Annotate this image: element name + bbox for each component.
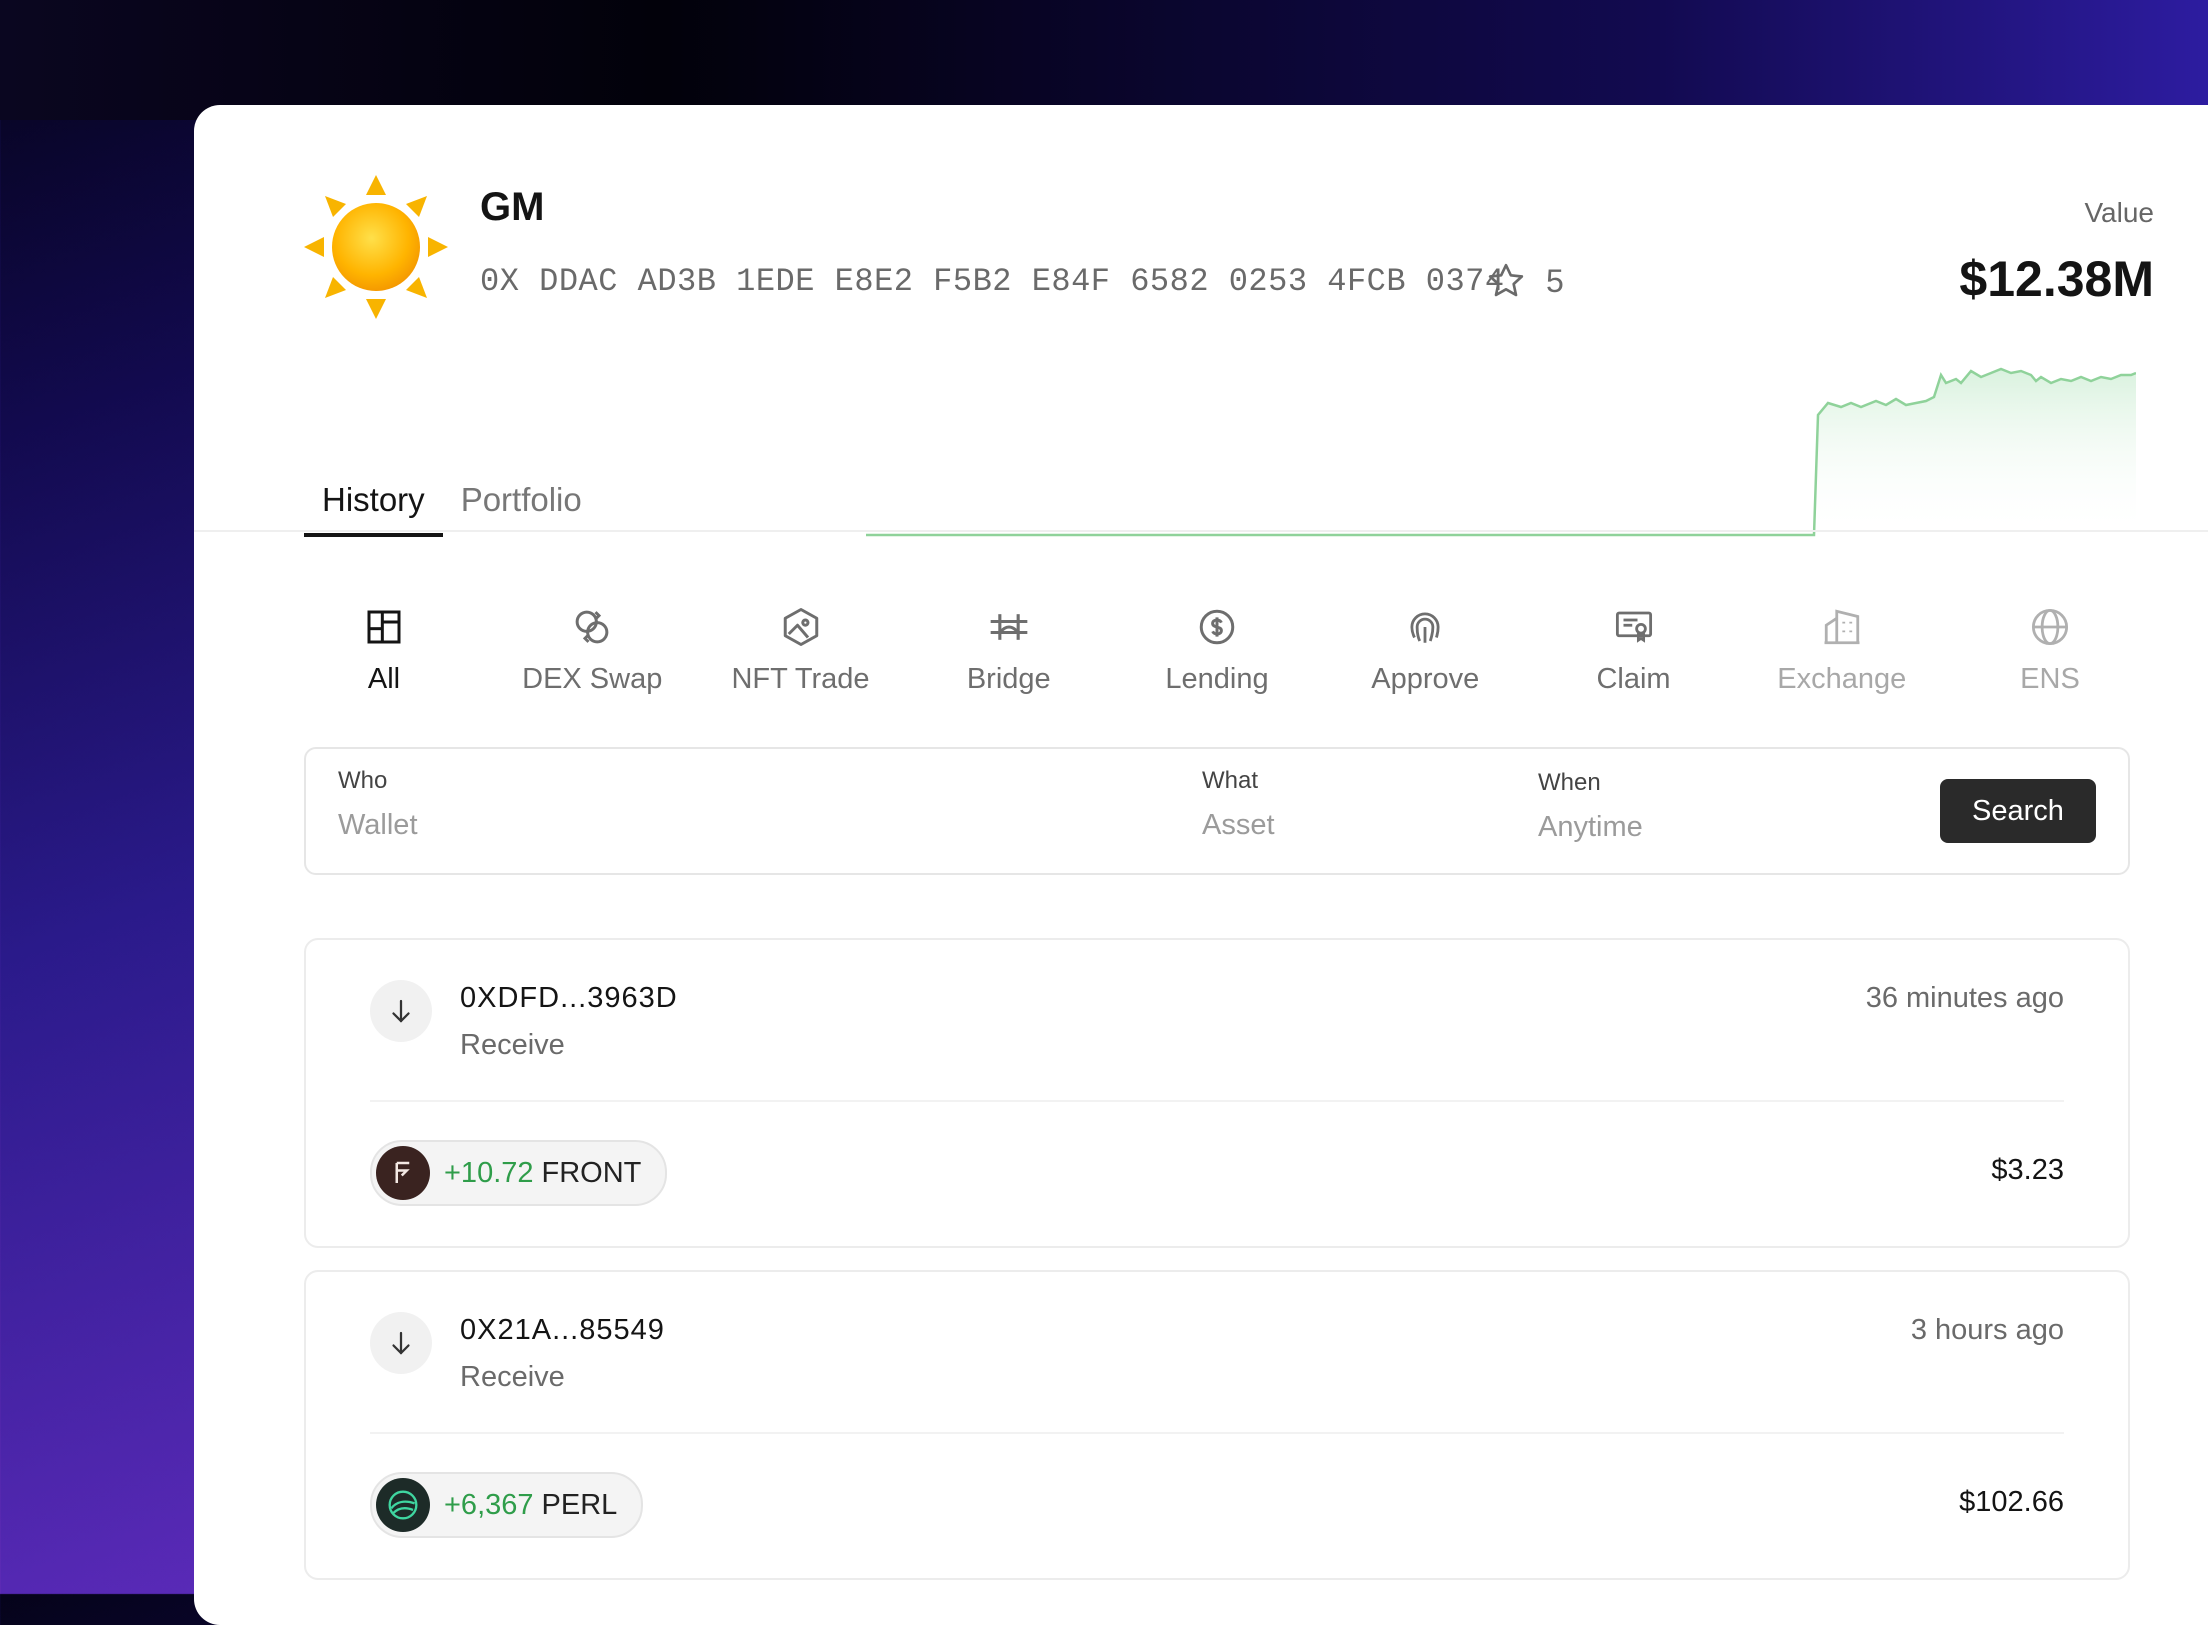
- what-field[interactable]: What Asset: [1202, 767, 1275, 842]
- certificate-icon: [1615, 611, 1652, 643]
- when-field[interactable]: When Anytime: [1538, 769, 1643, 844]
- wallet-card: GM 0X DDAC AD3B 1EDE E8E2 F5B2 E84F 6582…: [194, 105, 2208, 1625]
- value-label: Value: [2084, 197, 2154, 228]
- transaction-usd-value: $102.66: [1959, 1486, 2064, 1518]
- chart-area: [1814, 369, 2136, 535]
- top-background: [0, 0, 2208, 120]
- value-chart: [866, 367, 2136, 537]
- category-lending[interactable]: Lending: [1137, 605, 1297, 696]
- token-symbol: PERL: [541, 1488, 618, 1521]
- category-ens[interactable]: ENS: [1970, 605, 2130, 696]
- category-dex-swap[interactable]: DEX Swap: [512, 605, 672, 696]
- transaction-divider: [370, 1100, 2064, 1102]
- token-pill[interactable]: +10.72 FRONT: [370, 1140, 668, 1206]
- counterparty-address[interactable]: 0XDFD...3963D: [460, 982, 678, 1015]
- transaction-divider: [370, 1432, 2064, 1434]
- category-claim[interactable]: Claim: [1554, 605, 1714, 696]
- portfolio-value: $12.38M: [1959, 251, 2154, 307]
- who-label: Who: [338, 767, 388, 794]
- category-filters: All DEX Swap NFT Trade Bridge Lending Ap…: [304, 605, 2130, 696]
- layout-icon: [367, 610, 401, 644]
- category-label: ENS: [2020, 663, 2080, 695]
- star-icon: [1488, 263, 1524, 297]
- category-all[interactable]: All: [304, 605, 464, 696]
- star-count: 5: [1546, 262, 1564, 299]
- tab-history[interactable]: History: [304, 455, 443, 537]
- category-label: Approve: [1371, 663, 1480, 695]
- counterparty-address[interactable]: 0X21A...85549: [460, 1314, 665, 1347]
- category-label: NFT Trade: [731, 663, 870, 695]
- category-label: Exchange: [1777, 663, 1907, 695]
- bridge-icon: [990, 614, 1028, 640]
- sun-avatar-icon: [304, 175, 448, 319]
- category-bridge[interactable]: Bridge: [929, 605, 1089, 696]
- what-input[interactable]: Asset: [1202, 809, 1275, 842]
- category-exchange[interactable]: Exchange: [1762, 605, 1922, 696]
- category-label: Bridge: [966, 663, 1051, 695]
- transaction-type: Receive: [460, 1029, 565, 1061]
- building-icon: [1824, 609, 1860, 645]
- receive-arrow: [370, 980, 432, 1042]
- what-label: What: [1202, 767, 1259, 794]
- category-nft-trade[interactable]: NFT Trade: [721, 605, 881, 696]
- receive-arrow: [370, 1312, 432, 1374]
- arrow-down-icon: [392, 1331, 410, 1355]
- category-label: Lending: [1165, 663, 1269, 695]
- who-field[interactable]: Who Wallet: [338, 767, 418, 842]
- search-button[interactable]: Search: [1940, 779, 2096, 843]
- transaction-type: Receive: [460, 1361, 565, 1393]
- token-symbol: FRONT: [541, 1156, 642, 1189]
- front-token-icon: [376, 1146, 430, 1200]
- wallet-name: GM: [480, 185, 545, 229]
- category-approve[interactable]: Approve: [1345, 605, 1505, 696]
- favorite-button[interactable]: 5: [1486, 261, 1564, 301]
- transaction-card[interactable]: 0XDFD...3963D Receive 36 minutes ago +10…: [304, 938, 2130, 1248]
- token-amount: +6,367: [444, 1488, 534, 1521]
- category-label: All: [367, 663, 401, 695]
- globe-icon: [2031, 608, 2069, 646]
- fingerprint-icon: [1410, 612, 1440, 643]
- view-tabs: History Portfolio: [304, 455, 600, 537]
- category-label: Claim: [1596, 663, 1671, 695]
- when-input[interactable]: Anytime: [1538, 811, 1643, 844]
- token-amount: +10.72: [444, 1156, 534, 1189]
- arrow-down-icon: [392, 999, 410, 1023]
- transaction-time: 3 hours ago: [1910, 1314, 2064, 1346]
- category-label: DEX Swap: [522, 663, 663, 695]
- search-bar: Who Wallet What Asset When Anytime Searc…: [304, 747, 2130, 875]
- transaction-usd-value: $3.23: [1991, 1154, 2064, 1186]
- swap-icon: [575, 610, 609, 644]
- lending-icon: [1199, 609, 1235, 645]
- tab-portfolio[interactable]: Portfolio: [443, 455, 600, 533]
- wallet-address[interactable]: 0X DDAC AD3B 1EDE E8E2 F5B2 E84F 6582 02…: [480, 263, 1505, 300]
- nft-icon: [783, 608, 818, 646]
- tabs-divider: [194, 530, 2208, 532]
- when-label: When: [1538, 769, 1601, 796]
- transaction-time: 36 minutes ago: [1865, 982, 2064, 1014]
- perl-token-icon: [376, 1478, 430, 1532]
- token-pill[interactable]: +6,367 PERL: [370, 1472, 644, 1538]
- transaction-card[interactable]: 0X21A...85549 Receive 3 hours ago +6,367…: [304, 1270, 2130, 1580]
- who-input[interactable]: Wallet: [338, 809, 418, 842]
